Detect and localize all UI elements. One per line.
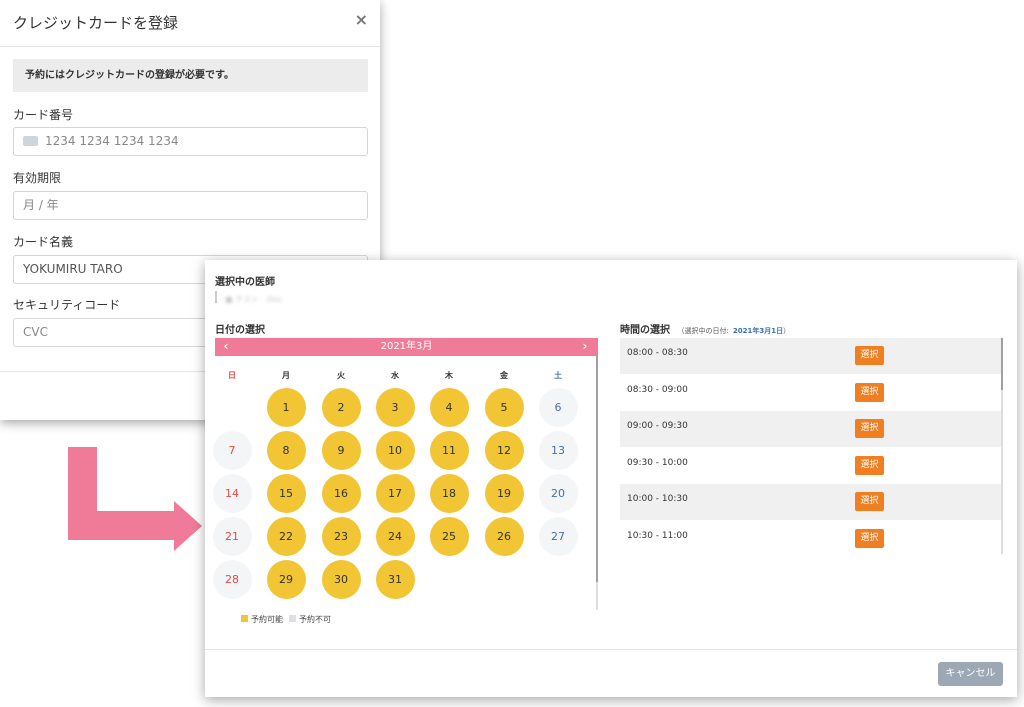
calendar-day[interactable]: 26 (484, 517, 524, 556)
calendar-day[interactable]: 24 (375, 517, 415, 556)
calendar-day[interactable]: 19 (484, 474, 524, 513)
arrow-horizontal-segment (68, 511, 178, 540)
calendar-header: 2021年3月 (215, 338, 598, 356)
calendar-day: 21 (212, 517, 252, 556)
calendar-day[interactable]: 2 (321, 388, 361, 427)
doctor-section-label: 選択中の医師 (215, 277, 275, 288)
select-time-button[interactable]: 選択 (855, 492, 884, 512)
weekday-header: 火 (337, 371, 345, 380)
calendar-month-label: 2021年3月 (380, 341, 433, 352)
time-slot-label: 09:30 - 10:00 (627, 457, 688, 468)
calendar-day: 7 (212, 431, 252, 470)
selected-doctor: ■ テスト Doc (215, 291, 287, 304)
doctor-name: ■ テスト Doc (225, 295, 283, 304)
calendar-day[interactable]: 1 (266, 388, 306, 427)
calendar-day[interactable]: 10 (375, 431, 415, 470)
calendar-day: 13 (538, 431, 578, 470)
calendar-day[interactable]: 9 (321, 431, 361, 470)
select-time-button[interactable]: 選択 (855, 346, 884, 365)
time-slot-label: 09:00 - 09:30 (627, 421, 688, 432)
weekday-header: 木 (445, 371, 453, 380)
calendar-day[interactable]: 30 (321, 560, 361, 599)
calendar-scrollbar-thumb[interactable] (596, 356, 598, 582)
time-slot-row: 09:00 - 09:30 選択 (620, 411, 1002, 448)
time-section-title: 時間の選択 (620, 325, 670, 336)
reservation-modal: 選択中の医師 ■ テスト Doc 日付の選択 2021年3月 ‹ › 日 月 火 水 木… (205, 260, 1017, 697)
calendar-day[interactable]: 17 (375, 474, 415, 513)
weekday-header: 金 (500, 371, 508, 380)
calendar-day[interactable]: 11 (429, 431, 469, 470)
time-slot-label: 10:00 - 10:30 (627, 494, 688, 505)
time-slot-label: 10:30 - 11:00 (627, 531, 688, 541)
legend-swatch-unavailable (289, 615, 296, 622)
calendar-day[interactable]: 8 (266, 431, 306, 470)
legend-available-label: 予約可能 (251, 615, 283, 624)
legend-unavailable: 予約不可 (289, 614, 331, 625)
time-list-scrollbar-thumb[interactable] (1001, 338, 1003, 390)
card-required-notice: 予約にはクレジットカードの登録が必要です。 (13, 59, 368, 92)
time-slot-row: 09:30 - 10:00 選択 (620, 448, 1002, 484)
credit-card-icon (23, 135, 38, 146)
time-slot-row: 08:00 - 08:30 選択 (620, 338, 1002, 374)
time-slot-label: 08:00 - 08:30 (627, 348, 688, 358)
time-slot-label: 08:30 - 09:00 (627, 384, 688, 395)
expiry-placeholder: 月 / 年 (23, 198, 59, 212)
close-icon[interactable]: × (355, 10, 368, 29)
calendar-day[interactable]: 4 (429, 388, 469, 427)
weekday-header: 月 (282, 371, 290, 380)
weekday-header: 水 (391, 371, 399, 380)
arrow-head (174, 501, 202, 551)
calendar-day[interactable]: 23 (321, 517, 361, 556)
select-time-button[interactable]: 選択 (855, 382, 884, 402)
cvc-placeholder: CVC (23, 325, 48, 339)
select-time-button[interactable]: 選択 (855, 529, 884, 548)
date-section-label: 日付の選択 (215, 325, 265, 336)
time-slot-list: 08:00 - 08:30 選択 08:30 - 09:00 選択 09:00 - 09… (620, 338, 1002, 554)
calendar-day[interactable]: 15 (266, 474, 306, 513)
chevron-right-icon[interactable]: › (577, 338, 593, 356)
calendar-day[interactable]: 16 (321, 474, 361, 513)
calendar-day: 28 (212, 560, 252, 599)
calendar-day: 6 (538, 388, 578, 427)
card-name-value: YOKUMIRU TARO (23, 262, 123, 276)
calendar-day: 27 (538, 517, 578, 556)
card-number-label: カード番号 (13, 108, 74, 122)
weekday-header: 土 (554, 371, 562, 380)
calendar-day[interactable]: 18 (429, 474, 469, 513)
expiry-label: 有効期限 (13, 171, 62, 185)
calendar-day: 20 (538, 474, 578, 513)
legend-swatch-available (241, 615, 248, 622)
legend-available: 予約可能 (241, 614, 283, 625)
calendar-day: 14 (212, 474, 252, 513)
calendar-day[interactable]: 22 (266, 517, 306, 556)
calendar-day[interactable]: 25 (429, 517, 469, 556)
selected-date-suffix: ） (783, 327, 791, 335)
time-slot-row: 10:30 - 11:00 選択 (620, 521, 1002, 554)
weekday-header: 日 (228, 371, 236, 380)
cvc-label: セキュリティコード (13, 298, 121, 312)
modal-title: クレジットカードを登録 (13, 14, 179, 32)
expiry-input[interactable]: 月 / 年 (13, 191, 368, 220)
reservation-footer-divider (205, 649, 1017, 650)
calendar-day[interactable]: 12 (484, 431, 524, 470)
calendar-day[interactable]: 3 (375, 388, 415, 427)
select-time-button[interactable]: 選択 (855, 419, 884, 439)
modal-header: クレジットカードを登録 × (0, 0, 380, 47)
calendar-day[interactable]: 5 (484, 388, 524, 427)
time-slot-row: 10:00 - 10:30 選択 (620, 484, 1002, 521)
time-slot-row: 08:30 - 09:00 選択 (620, 375, 1002, 411)
selected-date: 2021年3月1日 (732, 327, 784, 335)
calendar-day[interactable]: 29 (266, 560, 306, 599)
calendar-day[interactable]: 31 (375, 560, 415, 599)
selected-date-prefix: （選択中の日付: (677, 327, 729, 335)
cancel-button[interactable]: キャンセル (938, 662, 1003, 686)
chevron-left-icon[interactable]: ‹ (218, 338, 234, 356)
card-number-placeholder: 1234 1234 1234 1234 (45, 134, 179, 148)
card-name-label: カード名義 (13, 235, 74, 249)
select-time-button[interactable]: 選択 (855, 455, 884, 475)
calendar: 2021年3月 ‹ › 日月火水木金土 1 2 3 4 5 6 7 8 9 10 11 12 13 14 15… (212, 338, 598, 610)
card-number-input[interactable]: 1234 1234 1234 1234 (13, 127, 368, 156)
time-section-label: 時間の選択 （選択中の日付: 2021年3月1日） (620, 321, 790, 336)
legend-unavailable-label: 予約不可 (299, 615, 331, 624)
